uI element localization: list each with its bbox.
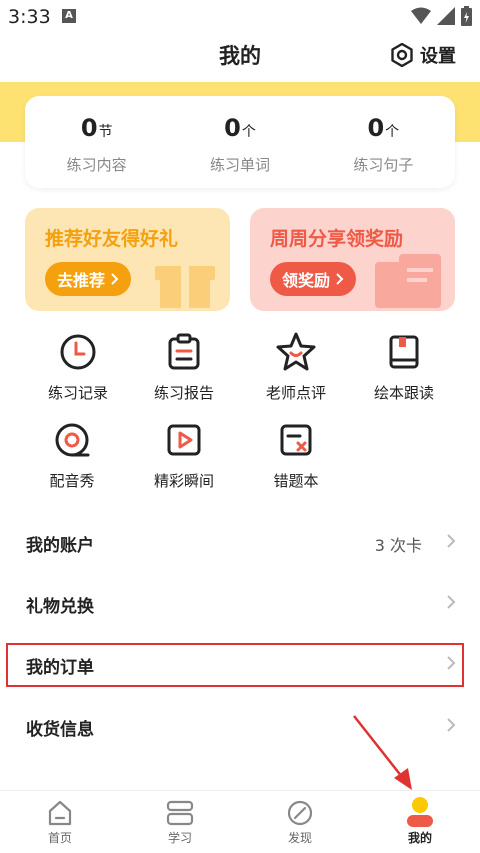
voucher-icon xyxy=(375,254,441,308)
promo-title: 推荐好友得好礼 xyxy=(45,228,179,250)
menu-my-account[interactable]: 我的账户 3 次卡 xyxy=(0,513,480,573)
bottom-tab-bar: 首页 学习 发现 我的 xyxy=(0,790,480,853)
tab-label: 我的 xyxy=(407,831,432,845)
highlight-box xyxy=(6,643,464,687)
tab-profile[interactable]: 我的 xyxy=(360,791,480,853)
profile-icon xyxy=(407,797,433,827)
chevron-right-icon xyxy=(111,273,119,285)
home-icon xyxy=(48,800,72,826)
clock-icon xyxy=(60,334,96,370)
status-bar: 3:33 A xyxy=(0,0,480,34)
tape-icon xyxy=(55,423,90,457)
feature-label: 配音秀 xyxy=(49,472,95,490)
stat-value: 0 xyxy=(224,114,241,142)
status-time: 3:33 xyxy=(8,6,51,28)
gift-icon xyxy=(155,266,215,308)
study-icon xyxy=(166,800,194,826)
discover-icon xyxy=(287,800,313,826)
tab-label: 首页 xyxy=(47,831,72,845)
stat-value: 0 xyxy=(367,114,385,142)
notification-badge: A xyxy=(62,9,76,23)
settings-button[interactable]: 设置 xyxy=(390,42,456,68)
book-icon xyxy=(389,335,419,369)
stat-lessons[interactable]: 0节 练习内容 xyxy=(25,96,168,188)
menu-label: 收货信息 xyxy=(26,720,94,740)
stat-label: 练习句子 xyxy=(353,156,414,174)
star-icon xyxy=(276,332,316,371)
annotation-arrow-icon xyxy=(353,715,412,790)
chevron-right-icon xyxy=(447,595,456,609)
tab-label: 发现 xyxy=(287,831,312,845)
menu-gift-exchange[interactable]: 礼物兑换 xyxy=(0,574,480,634)
chevron-right-icon xyxy=(336,273,344,285)
claim-reward-button[interactable]: 领奖励 xyxy=(270,262,357,296)
promo-referral-card[interactable]: 推荐好友得好礼 去推荐 xyxy=(25,208,230,311)
feature-label: 精彩瞬间 xyxy=(153,472,214,490)
stat-unit: 个 xyxy=(241,124,256,140)
feature-practice-record[interactable]: 练习记录 xyxy=(18,330,138,403)
feature-picture-book[interactable]: 绘本跟读 xyxy=(344,330,464,403)
settings-icon xyxy=(391,43,413,67)
feature-label: 错题本 xyxy=(273,472,319,490)
status-icons xyxy=(411,6,472,26)
menu-value: 3 次卡 xyxy=(374,536,422,555)
feature-label: 绘本跟读 xyxy=(373,384,434,402)
settings-label: 设置 xyxy=(420,46,456,67)
signal-icon xyxy=(437,7,455,25)
stat-label: 练习内容 xyxy=(66,156,127,174)
promo-title: 周周分享领奖励 xyxy=(270,228,404,250)
tab-home[interactable]: 首页 xyxy=(0,791,120,853)
header: 我的 设置 xyxy=(0,34,480,78)
feature-mistake-book[interactable]: 错题本 xyxy=(236,418,356,491)
wifi-icon xyxy=(411,7,431,24)
referral-button[interactable]: 去推荐 xyxy=(45,262,132,296)
feature-practice-report[interactable]: 练习报告 xyxy=(124,330,244,403)
report-icon xyxy=(168,333,200,370)
tab-discover[interactable]: 发现 xyxy=(240,791,360,853)
feature-dubbing-show[interactable]: 配音秀 xyxy=(12,418,132,491)
menu-label: 我的账户 xyxy=(26,536,94,556)
menu-label: 礼物兑换 xyxy=(26,597,94,617)
stat-unit: 个 xyxy=(385,124,400,140)
stat-label: 练习单词 xyxy=(209,156,270,174)
play-icon xyxy=(167,424,201,456)
tab-label: 学习 xyxy=(167,831,192,845)
battery-icon xyxy=(461,6,472,26)
stat-unit: 节 xyxy=(98,124,113,140)
button-label: 去推荐 xyxy=(57,271,106,290)
chevron-right-icon xyxy=(447,718,456,732)
feature-label: 练习报告 xyxy=(153,384,214,402)
tab-study[interactable]: 学习 xyxy=(120,791,240,853)
stat-value: 0 xyxy=(80,114,98,142)
stat-words[interactable]: 0个 练习单词 xyxy=(168,96,311,188)
button-label: 领奖励 xyxy=(282,271,331,290)
feature-label: 老师点评 xyxy=(265,384,326,402)
feature-label: 练习记录 xyxy=(47,384,108,402)
promo-share-card[interactable]: 周周分享领奖励 领奖励 xyxy=(250,208,455,311)
feature-highlights[interactable]: 精彩瞬间 xyxy=(124,418,244,491)
chevron-right-icon xyxy=(447,534,456,548)
wrong-book-icon xyxy=(280,424,312,456)
stat-sentences[interactable]: 0个 练习句子 xyxy=(312,96,455,188)
stats-card: 0节 练习内容 0个 练习单词 0个 练习句子 xyxy=(25,96,455,188)
feature-teacher-review[interactable]: 老师点评 xyxy=(236,330,356,403)
